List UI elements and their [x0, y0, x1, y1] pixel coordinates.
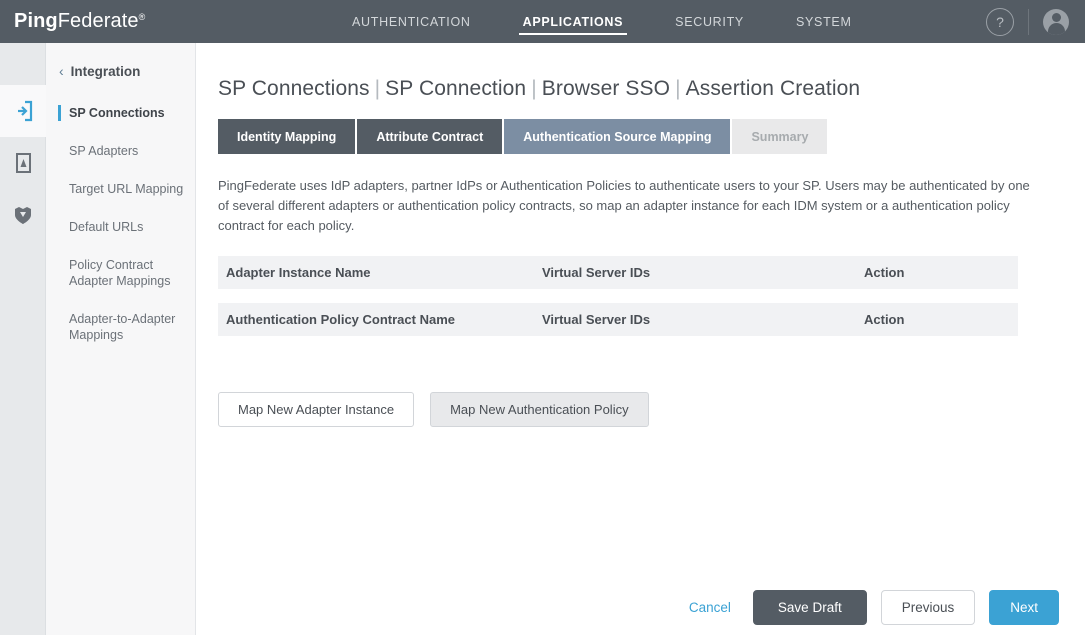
column-header-action: Action	[856, 303, 1018, 336]
logo-federate-text: Federate	[57, 10, 139, 32]
sidebar-item-default-urls[interactable]: Default URLs	[46, 219, 195, 235]
header-actions: ?	[986, 7, 1085, 36]
security-shield-rail-icon	[15, 207, 31, 224]
breadcrumb-item-assertion-creation: Assertion Creation	[685, 77, 861, 100]
rail-top-spacer	[0, 43, 45, 85]
save-draft-button[interactable]: Save Draft	[752, 590, 867, 625]
wizard-tabs: Identity Mapping Attribute Contract Auth…	[218, 119, 1085, 154]
nav-item-security[interactable]: SECURITY	[649, 0, 770, 43]
cancel-link[interactable]: Cancel	[689, 600, 731, 615]
column-header-action: Action	[856, 256, 1018, 289]
map-new-adapter-instance-button[interactable]: Map New Adapter Instance	[218, 392, 415, 427]
sidebar-item-sp-adapters[interactable]: SP Adapters	[46, 143, 195, 159]
nav-item-applications[interactable]: APPLICATIONS	[497, 0, 650, 43]
tab-authentication-source-mapping[interactable]: Authentication Source Mapping	[504, 119, 733, 154]
icon-rail	[0, 43, 46, 635]
tab-attribute-contract[interactable]: Attribute Contract	[357, 119, 505, 154]
breadcrumb: SP Connections | SP Connection | Browser SSO…	[218, 77, 1085, 101]
breadcrumb-item-sp-connection[interactable]: SP Connection	[385, 77, 526, 100]
help-icon[interactable]: ?	[986, 7, 1014, 36]
sidebar-back-integration[interactable]: ‹ Integration	[46, 63, 195, 79]
user-avatar-icon[interactable]	[1043, 8, 1069, 35]
table-header-row: Authentication Policy Contract Name Virt…	[218, 303, 1018, 336]
column-header-authentication-policy-contract-name: Authentication Policy Contract Name	[218, 303, 534, 336]
avatar-body-shape	[1047, 22, 1065, 35]
tab-identity-mapping[interactable]: Identity Mapping	[218, 119, 358, 154]
top-header-bar: PingFederate® AUTHENTICATION APPLICATION…	[0, 0, 1085, 43]
column-header-virtual-server-ids: Virtual Server IDs	[534, 256, 856, 289]
wizard-footer: Cancel Save Draft Previous Next	[689, 590, 1059, 625]
rail-item-applications[interactable]	[0, 85, 46, 137]
breadcrumb-separator: |	[374, 77, 381, 100]
breadcrumb-item-browser-sso[interactable]: Browser SSO	[542, 77, 670, 100]
sidebar-item-target-url-mapping[interactable]: Target URL Mapping	[46, 181, 195, 197]
sidebar-panel: ‹ Integration SP Connections SP Adapters…	[46, 43, 196, 635]
breadcrumb-separator: |	[531, 77, 537, 100]
next-button[interactable]: Next	[989, 590, 1059, 625]
main-content: SP Connections | SP Connection | Browser SSO…	[197, 43, 1085, 635]
sidebar-item-sp-connections[interactable]: SP Connections	[46, 105, 195, 121]
column-header-virtual-server-ids: Virtual Server IDs	[534, 303, 856, 336]
pingfederate-logo[interactable]: PingFederate®	[0, 10, 196, 33]
rail-item-identity-provider[interactable]	[0, 137, 46, 189]
authentication-policy-contract-table: Authentication Policy Contract Name Virt…	[218, 303, 1018, 336]
nav-item-authentication[interactable]: AUTHENTICATION	[326, 0, 497, 43]
breadcrumb-separator: |	[675, 77, 681, 100]
map-actions: Map New Adapter Instance Map New Authent…	[218, 392, 1085, 427]
breadcrumb-item-sp-connections[interactable]: SP Connections	[218, 77, 370, 100]
rail-item-security[interactable]	[0, 189, 46, 241]
previous-button[interactable]: Previous	[880, 590, 976, 625]
logo-ping-text: Ping	[14, 10, 58, 32]
applications-rail-icon	[18, 100, 33, 122]
primary-nav: AUTHENTICATION APPLICATIONS SECURITY SYS…	[196, 0, 986, 43]
logo-registered-mark: ®	[138, 12, 146, 22]
tab-summary: Summary	[732, 119, 828, 154]
sidebar-section-title: Integration	[70, 63, 141, 79]
sidebar-item-adapter-to-adapter-mappings[interactable]: Adapter-to-Adapter Mappings	[46, 311, 195, 343]
table-header-row: Adapter Instance Name Virtual Server IDs…	[218, 256, 1018, 289]
map-new-authentication-policy-button[interactable]: Map New Authentication Policy	[430, 392, 649, 427]
header-divider	[1028, 8, 1029, 35]
nav-item-system[interactable]: SYSTEM	[770, 0, 878, 43]
adapter-instance-table: Adapter Instance Name Virtual Server IDs…	[218, 256, 1018, 289]
chevron-left-icon: ‹	[59, 63, 64, 79]
sidebar-item-policy-contract-adapter-mappings[interactable]: Policy Contract Adapter Mappings	[46, 257, 195, 289]
column-header-adapter-instance-name: Adapter Instance Name	[218, 256, 534, 289]
avatar-head-shape	[1051, 12, 1061, 22]
page-description: PingFederate uses IdP adapters, partner …	[218, 178, 1030, 233]
identity-provider-rail-icon	[16, 153, 31, 173]
